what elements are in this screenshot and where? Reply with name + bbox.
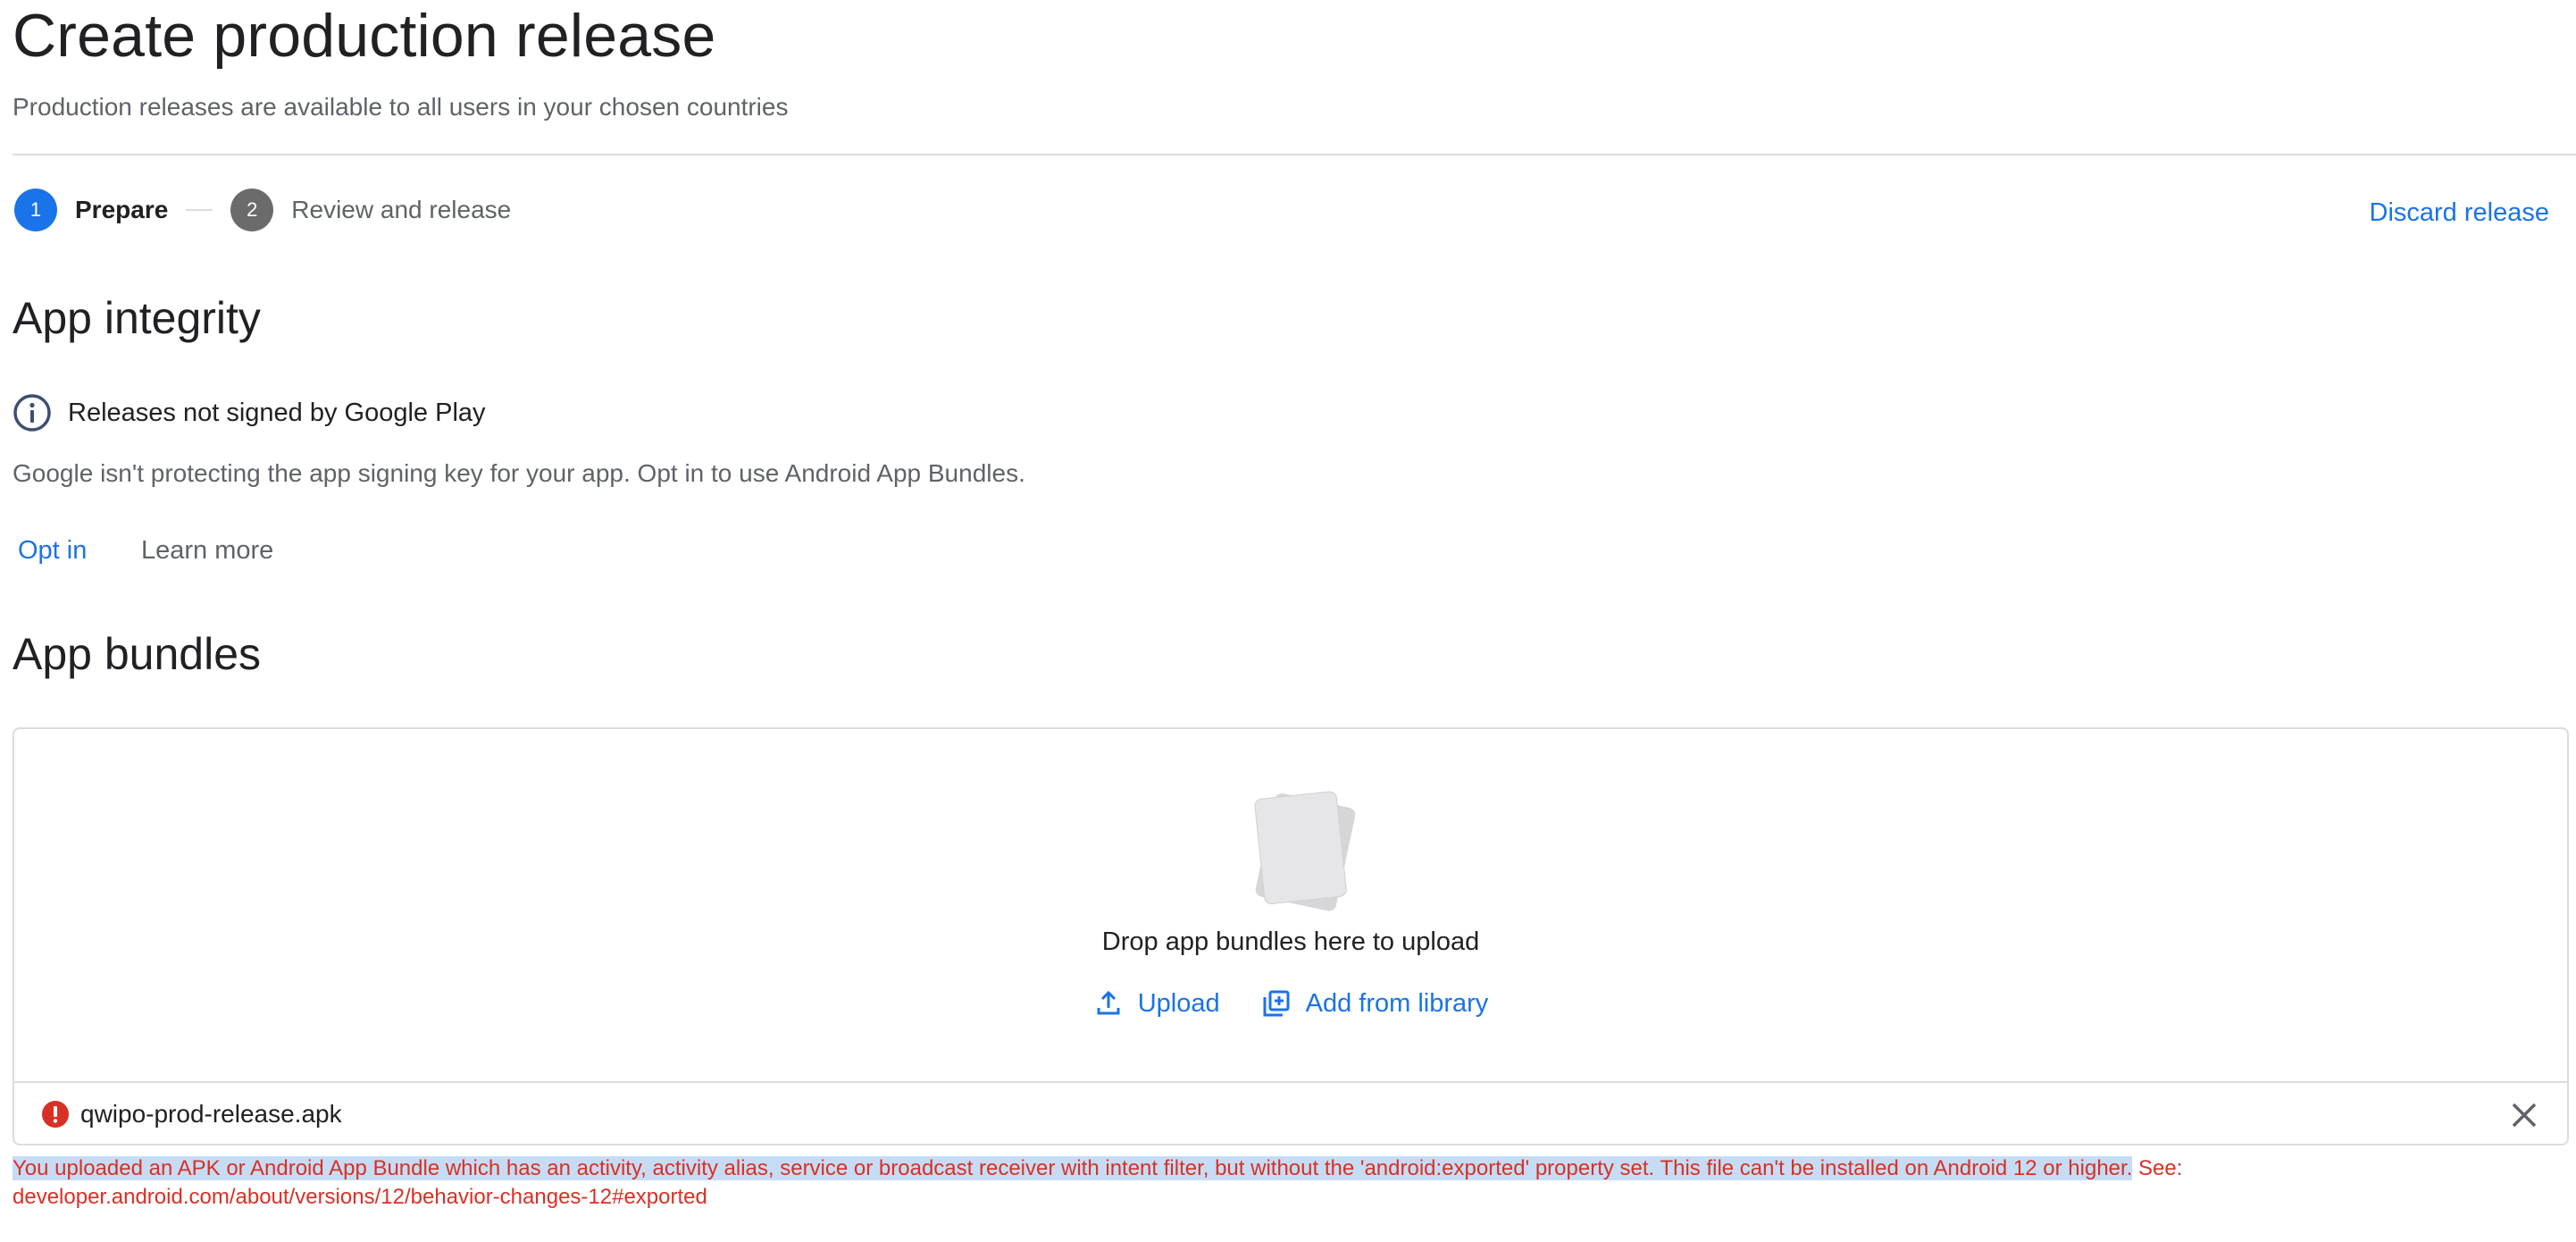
signing-info-row: Releases not signed by Google Play bbox=[13, 393, 486, 432]
step-1-number[interactable]: 1 bbox=[14, 189, 57, 231]
documents-illustration-icon bbox=[1254, 791, 1356, 911]
step-2-label[interactable]: Review and release bbox=[291, 196, 511, 224]
page-subtitle: Production releases are available to all… bbox=[13, 93, 789, 121]
uploaded-file-row: qwipo-prod-release.apk bbox=[14, 1081, 2567, 1145]
bundle-drop-zone[interactable]: Drop app bundles here to upload Upload A… bbox=[13, 727, 2569, 1145]
step-connector bbox=[186, 209, 213, 211]
learn-more-button[interactable]: Learn more bbox=[141, 536, 273, 566]
add-from-library-button[interactable]: Add from library bbox=[1261, 988, 1489, 1019]
info-icon bbox=[13, 394, 51, 432]
upload-error-message: You uploaded an APK or Android App Bundl… bbox=[13, 1154, 2513, 1212]
app-integrity-heading: App integrity bbox=[13, 293, 261, 343]
add-from-library-label: Add from library bbox=[1305, 988, 1489, 1018]
opt-in-button[interactable]: Opt in bbox=[18, 536, 87, 566]
step-1-label[interactable]: Prepare bbox=[75, 196, 168, 224]
error-message-selected: You uploaded an APK or Android App Bundl… bbox=[13, 1156, 2133, 1180]
app-bundles-heading: App bundles bbox=[13, 629, 262, 679]
header-divider bbox=[13, 154, 2576, 155]
library-add-icon bbox=[1263, 990, 1290, 1017]
close-icon[interactable] bbox=[2508, 1099, 2540, 1131]
upload-actions: Upload Add from library bbox=[14, 988, 2567, 1019]
discard-release-button[interactable]: Discard release bbox=[2370, 198, 2549, 228]
page-title: Create production release bbox=[13, 2, 716, 70]
step-2-number[interactable]: 2 bbox=[230, 189, 274, 231]
integrity-description: Google isn't protecting the app signing … bbox=[13, 459, 1025, 487]
signing-info-text: Releases not signed by Google Play bbox=[68, 398, 486, 427]
upload-label: Upload bbox=[1137, 988, 1220, 1018]
release-stepper: 1 Prepare 2 Review and release bbox=[14, 188, 511, 232]
upload-button[interactable]: Upload bbox=[1093, 988, 1220, 1019]
drop-instructions: Drop app bundles here to upload bbox=[1101, 927, 1480, 956]
error-icon bbox=[42, 1101, 69, 1128]
file-name: qwipo-prod-release.apk bbox=[80, 1100, 342, 1128]
upload-icon bbox=[1097, 990, 1120, 1015]
release-page: Create production release Production rel… bbox=[0, 0, 2576, 1242]
